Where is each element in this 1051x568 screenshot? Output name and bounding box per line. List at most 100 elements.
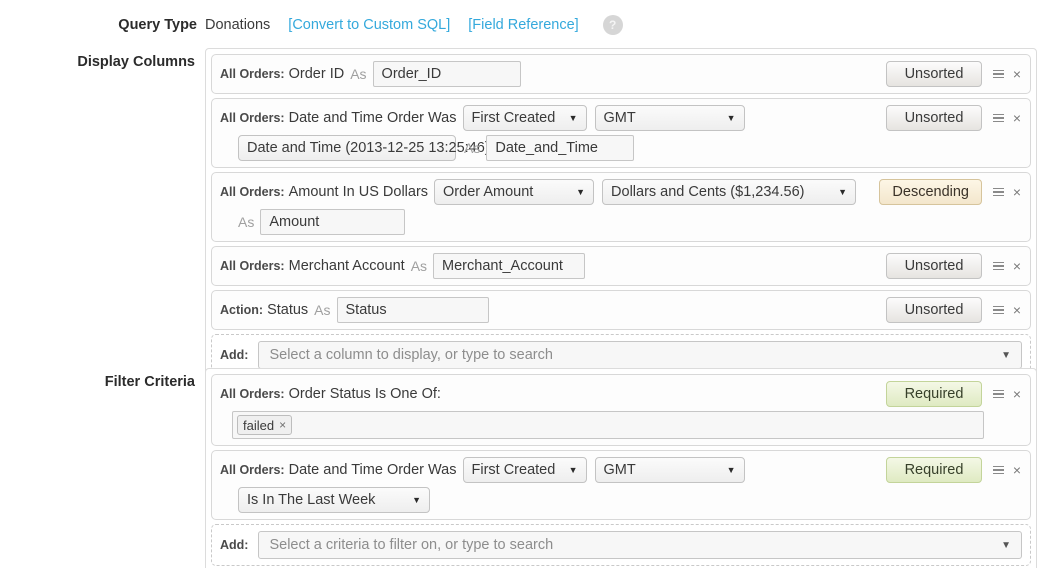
- display-column-row[interactable]: All Orders: Amount In US Dollars Order A…: [211, 172, 1031, 242]
- drag-handle-icon[interactable]: [990, 305, 1006, 315]
- row-controls: Required ×: [886, 381, 1024, 407]
- add-criteria-placeholder: Select a criteria to filter on, or type …: [269, 537, 554, 553]
- amount-type-select-value: Order Amount: [443, 184, 534, 200]
- source-label: All Orders:: [220, 67, 285, 81]
- date-format-select[interactable]: Date and Time (2013-12-25 13:25:46) ▼: [238, 135, 509, 161]
- filter-criteria-row[interactable]: All Orders: Date and Time Order Was Firs…: [211, 450, 1031, 520]
- alias-input[interactable]: Order_ID: [372, 61, 521, 87]
- source-label: Action:: [220, 303, 264, 317]
- chevron-down-icon: ▼: [838, 187, 848, 197]
- close-icon[interactable]: ×: [1010, 463, 1024, 477]
- add-criteria-select[interactable]: Select a criteria to filter on, or type …: [258, 531, 1022, 559]
- as-label: As: [464, 140, 481, 156]
- help-icon[interactable]: ?: [602, 15, 623, 35]
- chevron-down-icon: ▼: [726, 113, 736, 123]
- currency-format-select[interactable]: Dollars and Cents ($1,234.56) ▼: [602, 179, 857, 205]
- drag-handle-icon[interactable]: [990, 465, 1006, 475]
- alias-input[interactable]: Merchant_Account: [433, 253, 586, 279]
- token-remove-icon[interactable]: ×: [279, 418, 286, 432]
- close-icon[interactable]: ×: [1010, 259, 1024, 273]
- token-label: failed: [243, 417, 275, 433]
- row-controls: Unsorted ×: [886, 253, 1024, 279]
- chevron-down-icon: ▼: [568, 465, 578, 475]
- field-label: Status: [267, 302, 309, 318]
- filter-criteria-row[interactable]: All Orders: Order Status Is One Of: fail…: [211, 374, 1031, 446]
- add-filter-criteria-row[interactable]: Add: Select a criteria to filter on, or …: [211, 524, 1031, 566]
- close-icon[interactable]: ×: [1010, 67, 1024, 81]
- close-icon[interactable]: ×: [1010, 185, 1024, 199]
- source-label: All Orders:: [220, 387, 285, 401]
- drag-handle-icon[interactable]: [990, 69, 1006, 79]
- display-columns-label: Display Columns: [77, 54, 195, 70]
- amount-type-select[interactable]: Order Amount ▼: [434, 179, 595, 205]
- token-chip[interactable]: failed ×: [237, 415, 293, 435]
- chevron-down-icon: ▼: [568, 113, 578, 123]
- sort-toggle-button[interactable]: Unsorted: [886, 61, 982, 87]
- close-icon[interactable]: ×: [1010, 111, 1024, 125]
- field-label: Order Status Is One Of:: [288, 386, 441, 402]
- operator-select-value: Is In The Last Week: [247, 492, 376, 508]
- required-toggle-button[interactable]: Required: [886, 381, 982, 407]
- field-label: Amount In US Dollars: [288, 184, 429, 200]
- as-label: As: [350, 66, 367, 82]
- row-controls: Unsorted ×: [886, 61, 1024, 87]
- currency-format-select-value: Dollars and Cents ($1,234.56): [611, 184, 805, 200]
- filter-criteria-section: Filter Criteria All Orders: Order Status…: [0, 368, 1037, 568]
- drag-handle-icon[interactable]: [990, 113, 1006, 123]
- sort-toggle-button[interactable]: Unsorted: [886, 297, 982, 323]
- event-select[interactable]: First Created ▼: [462, 105, 587, 131]
- as-label: As: [410, 258, 428, 274]
- drag-handle-icon[interactable]: [990, 261, 1006, 271]
- drag-handle-icon[interactable]: [990, 187, 1006, 197]
- sort-toggle-button[interactable]: Unsorted: [886, 253, 982, 279]
- alias-input[interactable]: Status: [336, 297, 489, 323]
- add-column-placeholder: Select a column to display, or type to s…: [269, 347, 553, 363]
- display-columns-box: All Orders: Order ID As Order_ID Unsorte…: [205, 48, 1037, 382]
- chevron-down-icon: ▼: [726, 465, 736, 475]
- display-column-row[interactable]: All Orders: Date and Time Order Was Firs…: [211, 98, 1031, 168]
- field-reference-link[interactable]: [Field Reference]: [468, 17, 578, 33]
- timezone-select-value: GMT: [603, 110, 636, 126]
- add-label: Add:: [220, 538, 249, 552]
- timezone-select[interactable]: GMT ▼: [594, 457, 745, 483]
- as-label: As: [314, 302, 331, 318]
- chevron-down-icon: ▼: [1001, 349, 1011, 361]
- sort-toggle-button[interactable]: Descending: [879, 179, 982, 205]
- sort-toggle-button[interactable]: Unsorted: [886, 105, 982, 131]
- query-builder-page: Query Type Donations [Convert to Custom …: [0, 0, 1051, 568]
- chevron-down-icon: ▼: [1001, 539, 1011, 551]
- field-label: Order ID: [288, 66, 345, 82]
- alias-input[interactable]: Date_and_Time: [486, 135, 635, 161]
- display-column-row[interactable]: All Orders: Merchant Account As Merchant…: [211, 246, 1031, 286]
- date-format-select-value: Date and Time (2013-12-25 13:25:46): [247, 140, 490, 156]
- display-column-row[interactable]: Action: Status As Status Unsorted ×: [211, 290, 1031, 330]
- convert-to-custom-sql-link[interactable]: [Convert to Custom SQL]: [288, 17, 450, 33]
- status-token-input[interactable]: failed ×: [232, 411, 984, 439]
- source-label: All Orders:: [220, 111, 285, 125]
- timezone-select-value: GMT: [603, 462, 636, 478]
- filter-criteria-box: All Orders: Order Status Is One Of: fail…: [205, 368, 1037, 568]
- row-controls: Descending ×: [879, 179, 1024, 205]
- source-label: All Orders:: [220, 463, 285, 477]
- source-label: All Orders:: [220, 185, 285, 199]
- field-label: Merchant Account: [288, 258, 405, 274]
- close-icon[interactable]: ×: [1010, 387, 1024, 401]
- event-select-value: First Created: [471, 462, 556, 478]
- drag-handle-icon[interactable]: [990, 389, 1006, 399]
- operator-select[interactable]: Is In The Last Week ▼: [238, 487, 430, 513]
- timezone-select[interactable]: GMT ▼: [594, 105, 745, 131]
- display-column-row[interactable]: All Orders: Order ID As Order_ID Unsorte…: [211, 54, 1031, 94]
- chevron-down-icon: ▼: [576, 187, 586, 197]
- event-select[interactable]: First Created ▼: [462, 457, 587, 483]
- close-icon[interactable]: ×: [1010, 303, 1024, 317]
- display-columns-section: Display Columns All Orders: Order ID As …: [0, 48, 1037, 382]
- row-controls: Unsorted ×: [886, 297, 1024, 323]
- row-controls: Required ×: [886, 457, 1024, 483]
- add-column-select[interactable]: Select a column to display, or type to s…: [258, 341, 1022, 369]
- event-select-value: First Created: [471, 110, 556, 126]
- query-type-row: Query Type Donations [Convert to Custom …: [0, 12, 1051, 38]
- alias-input[interactable]: Amount: [260, 209, 406, 235]
- query-type-value: Donations: [205, 17, 271, 33]
- required-toggle-button[interactable]: Required: [886, 457, 982, 483]
- filter-criteria-label: Filter Criteria: [104, 374, 195, 390]
